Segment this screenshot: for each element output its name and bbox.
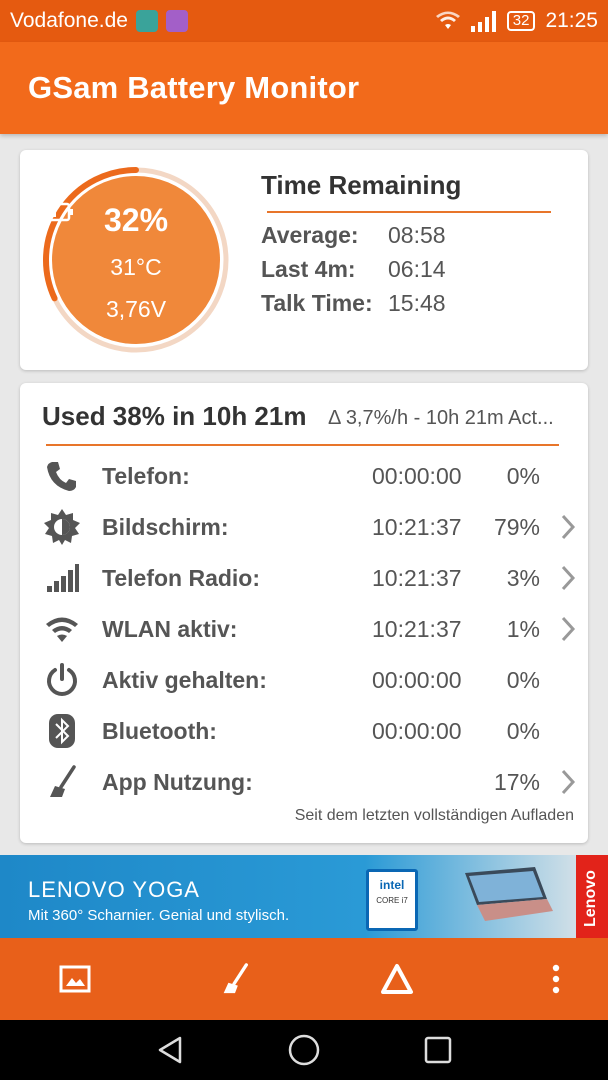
usage-percent: 0% [506,462,540,489]
time-remaining-label: Talk Time: [261,290,373,316]
clean-button[interactable] [215,959,255,999]
time-remaining-label: Last 4m: [261,256,356,282]
time-remaining-value: 15:48 [388,290,446,316]
carrier-name: Vodafone.de [10,9,128,32]
usage-row-app-nutzung[interactable]: App Nutzung: 17% [42,759,578,805]
back-icon [158,1036,182,1064]
delta-button[interactable] [377,959,417,999]
usage-label: Bildschirm: [102,513,229,540]
intel-badge-brand: intel [379,878,405,892]
intel-badge-model: CORE i7 [376,896,408,905]
usage-label: WLAN aktiv: [102,615,238,642]
gauge-percent: 32% [42,202,230,239]
time-remaining-value: 08:58 [388,222,446,248]
broom-icon [223,963,248,994]
bluetooth-icon [42,711,82,751]
usage-row-telefon-radio[interactable]: Telefon Radio: 10:21:37 3% [42,555,578,601]
gallery-notification-icon [165,10,188,32]
usage-percent: 0% [506,666,540,693]
app-bar: GSam Battery Monitor [0,42,608,134]
intel-badge: intel CORE i7 [366,869,418,931]
usage-time: 00:00:00 [372,666,462,693]
battery-temperature: 31°C [110,254,162,280]
usage-percent: 0% [506,717,540,744]
delta-icon [381,964,413,994]
overflow-menu-button[interactable] [536,959,576,999]
usage-row-telefon[interactable]: Telefon: 00:00:00 0% [42,453,578,499]
app-notification-icon [135,10,158,32]
usage-label: App Nutzung: [102,768,253,795]
brightness-icon [42,507,82,547]
usage-label: Bluetooth: [102,717,217,744]
usage-row-bildschirm[interactable]: Bildschirm: 10:21:37 79% [42,504,578,550]
usage-time: 10:21:37 [372,564,462,591]
usage-percent: 17% [493,768,540,795]
usage-subtitle[interactable]: Δ 3,7%/h - 10h 21m Act... [328,407,578,430]
signal-bars-icon [42,558,82,598]
usage-card: Used 38% in 10h 21m Δ 3,7%/h - 10h 21m A… [20,383,588,843]
battery-gauge[interactable]: 32% 31°C 3,76V [42,166,230,354]
chevron-right-icon[interactable] [560,769,576,795]
time-remaining-divider [267,211,551,213]
wifi-status-icon [435,11,460,29]
home-button[interactable] [284,1032,324,1068]
time-remaining-title: Time Remaining [261,170,462,200]
back-button[interactable] [150,1032,190,1068]
usage-footnote: Seit dem letzten vollständigen Aufladen [294,807,574,824]
time-remaining-row: Talk Time: 15:48 [261,290,446,317]
image-icon [59,965,91,993]
power-icon [42,660,82,700]
app-title: GSam Battery Monitor [28,70,360,105]
lenovo-strip: Lenovo [576,855,608,938]
wifi-icon [42,609,82,649]
ad-tagline: Mit 360° Scharnier. Genial und stylisch. [28,907,290,924]
usage-row-bluetooth[interactable]: Bluetooth: 00:00:00 0% [42,708,578,754]
home-icon [288,1034,320,1066]
battery-status-icon: 32 [506,11,536,31]
usage-label: Telefon Radio: [102,564,261,591]
system-nav-bar [0,1020,608,1080]
ad-banner[interactable]: LENOVO YOGA Mit 360° Scharnier. Genial u… [0,855,608,938]
usage-row-wlan[interactable]: WLAN aktiv: 10:21:37 1% [42,606,578,652]
usage-row-aktiv-gehalten[interactable]: Aktiv gehalten: 00:00:00 0% [42,657,578,703]
usage-percent: 1% [506,615,540,642]
time-remaining-row: Last 4m: 06:14 [261,256,446,283]
status-bar: Vodafone.de 32 21:25 [0,0,608,42]
clock: 21:25 [545,9,598,32]
signal-status-icon [470,11,496,32]
recents-icon [424,1036,452,1064]
time-remaining-label: Average: [261,222,359,248]
broom-icon [42,762,82,802]
time-remaining-value: 06:14 [388,256,446,282]
image-button[interactable] [55,959,95,999]
chevron-right-icon[interactable] [560,565,576,591]
usage-time: 10:21:37 [372,615,462,642]
usage-percent: 3% [506,564,540,591]
usage-label: Telefon: [102,462,190,489]
battery-percent: 32% [103,202,169,238]
phone-icon [42,456,82,496]
usage-label: Aktiv gehalten: [102,666,267,693]
bottom-action-bar [0,938,608,1020]
more-vert-icon [552,964,560,994]
battery-summary-card[interactable]: 32% 31°C 3,76V Time Remaining Average: 0… [20,150,588,370]
usage-time: 00:00:00 [372,717,462,744]
recents-button[interactable] [418,1032,458,1068]
battery-voltage: 3,76V [105,296,167,322]
usage-time: 10:21:37 [372,513,462,540]
usage-time: 00:00:00 [372,462,462,489]
laptop-image [465,867,553,921]
battery-icon [42,202,73,222]
usage-percent: 79% [493,513,540,540]
chevron-right-icon[interactable] [560,616,576,642]
usage-title: Used 38% in 10h 21m [42,401,307,431]
ad-brand: LENOVO YOGA [28,877,200,902]
ad-side-brand: Lenovo [582,870,599,927]
chevron-right-icon[interactable] [560,514,576,540]
usage-divider [46,444,559,446]
time-remaining-row: Average: 08:58 [261,222,446,249]
